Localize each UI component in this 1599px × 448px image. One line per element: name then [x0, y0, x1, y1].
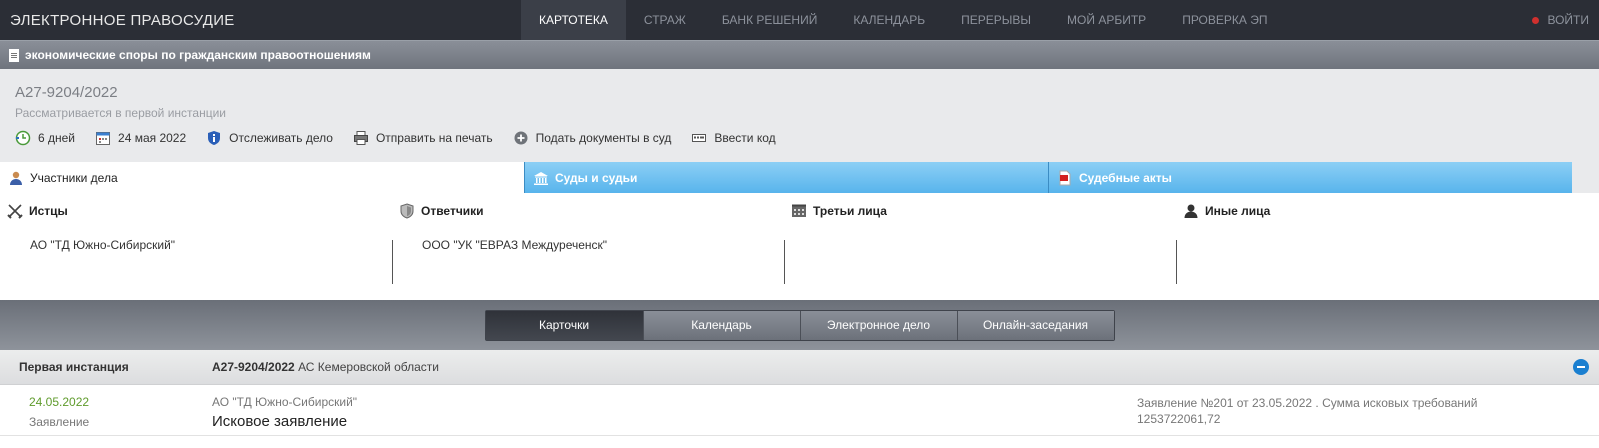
case-tabs: Участники дела Суды и судьи Судебные акт… [0, 162, 1599, 193]
code-label: Ввести код [714, 131, 776, 145]
keyboard-icon [691, 130, 707, 146]
other-parties-header: Иные лица [1183, 203, 1568, 219]
defendants-header: Ответчики [399, 203, 784, 219]
instance-header[interactable]: Первая инстанция А27-9204/2022 АС Кемеро… [0, 350, 1599, 385]
view-tab-electronic-case[interactable]: Электронное дело [799, 310, 957, 340]
entry-type: Заявление [29, 415, 90, 429]
plaintiffs-column: Истцы АО "ТД Южно-Сибирский" [0, 203, 392, 300]
document-icon [9, 48, 19, 62]
third-parties-column: Третьи лица [784, 203, 1176, 300]
instance-court: АС Кемеровской области [294, 360, 439, 374]
instance-case-number: А27-9204/2022 [212, 360, 295, 374]
top-bar: ЭЛЕКТРОННОЕ ПРАВОСУДИЕ КАРТОТЕКА СТРАЖ Б… [0, 0, 1599, 40]
entry-main: АО "ТД Южно-Сибирский" Исковое заявление [212, 385, 1137, 435]
case-header: А27-9204/2022 Рассматривается в первой и… [0, 69, 1599, 162]
nav-item-bank-resheniy[interactable]: БАНК РЕШЕНИЙ [704, 0, 836, 40]
user-silhouette-icon [1183, 203, 1199, 219]
shield-info-icon [206, 130, 222, 146]
third-parties-list [791, 238, 1176, 278]
track-label: Отслеживать дело [229, 131, 333, 145]
calendar-icon [95, 130, 111, 146]
plaintiffs-list[interactable]: АО "ТД Южно-Сибирский" [7, 238, 392, 278]
shield-icon [399, 203, 415, 219]
third-parties-label: Третьи лица [813, 204, 887, 218]
nav-item-proverka-ep[interactable]: ПРОВЕРКА ЭП [1164, 0, 1285, 40]
status-dot-icon [1532, 16, 1540, 24]
entry-description: Заявление №201 от 23.05.2022 . Сумма иск… [1137, 396, 1478, 426]
plaintiffs-header: Истцы [7, 203, 392, 219]
building-icon [791, 203, 807, 219]
view-tab-cards[interactable]: Карточки [485, 310, 643, 340]
defendants-label: Ответчики [421, 204, 484, 218]
other-parties-label: Иные лица [1205, 204, 1271, 218]
next-date: 24 мая 2022 [95, 130, 186, 146]
tab-participants[interactable]: Участники дела [0, 162, 524, 193]
nav-item-kartoteka[interactable]: КАРТОТЕКА [521, 0, 626, 40]
tab-courts[interactable]: Суды и судьи [524, 162, 1048, 193]
date-label: 24 мая 2022 [118, 131, 187, 145]
person-icon [8, 170, 24, 186]
crossed-swords-icon [7, 203, 23, 219]
instance-label: Первая инстанция [19, 360, 129, 374]
case-status: Рассматривается в первой инстанции [15, 106, 226, 120]
print-button[interactable]: Отправить на печать [353, 130, 493, 146]
printer-icon [353, 130, 369, 146]
track-case-button[interactable]: Отслеживать дело [206, 130, 333, 146]
login-label: ВОЙТИ [1547, 13, 1589, 27]
entry-date: 24.05.2022 [29, 395, 90, 409]
parties-panel: Истцы АО "ТД Южно-Сибирский" Ответчики О… [0, 193, 1599, 300]
tab-acts-label: Судебные акты [1079, 170, 1172, 185]
view-tab-calendar[interactable]: Календарь [642, 310, 800, 340]
nav-item-pereryvy[interactable]: ПЕРЕРЫВЫ [943, 0, 1049, 40]
tab-acts[interactable]: Судебные акты [1048, 162, 1572, 193]
category-title: экономические споры по гражданским право… [25, 48, 371, 62]
defendants-list[interactable]: ООО "УК "ЕВРАЗ Междуреченск" [399, 238, 784, 278]
entry-party: АО "ТД Южно-Сибирский" [212, 395, 358, 409]
nav-item-moy-arbitr[interactable]: МОЙ АРБИТР [1049, 0, 1164, 40]
instance-case: А27-9204/2022 АС Кемеровской области [212, 360, 439, 374]
entry-meta: 24.05.2022 Заявление [0, 385, 212, 435]
tab-courts-label: Суды и судьи [555, 170, 638, 185]
days-label: 6 дней [38, 131, 76, 145]
login-link[interactable]: ВОЙТИ [1532, 0, 1589, 40]
plaintiffs-label: Истцы [29, 204, 68, 218]
third-parties-header: Третьи лица [791, 203, 1176, 219]
entry-title[interactable]: Исковое заявление [212, 413, 1137, 430]
tab-participants-label: Участники дела [30, 170, 118, 185]
print-label: Отправить на печать [375, 131, 493, 145]
clock-back-icon [15, 130, 31, 146]
view-tabs: Карточки Календарь Электронное дело Онла… [484, 309, 1115, 341]
submit-documents-button[interactable]: Подать документы в суд [513, 130, 672, 146]
nav-item-strazh[interactable]: СТРАЖ [626, 0, 704, 40]
pdf-icon [1057, 170, 1073, 186]
main-nav: КАРТОТЕКА СТРАЖ БАНК РЕШЕНИЙ КАЛЕНДАРЬ П… [521, 0, 1285, 40]
plus-circle-icon [513, 130, 529, 146]
document-entry: 24.05.2022 Заявление АО "ТД Южно-Сибирск… [0, 385, 1599, 436]
submit-label: Подать документы в суд [535, 131, 672, 145]
other-parties-column: Иные лица [1176, 203, 1568, 300]
enter-code-button[interactable]: Ввести код [691, 130, 776, 146]
days-counter: 6 дней [15, 130, 75, 146]
defendants-column: Ответчики ООО "УК "ЕВРАЗ Междуреченск" [392, 203, 784, 300]
other-parties-list [1183, 238, 1568, 278]
case-actions: 6 дней 24 мая 2022 Отслеживать дело Отпр… [15, 130, 1599, 146]
courthouse-icon [533, 170, 549, 186]
collapse-icon[interactable] [1573, 359, 1589, 375]
nav-item-calendar[interactable]: КАЛЕНДАРЬ [835, 0, 943, 40]
view-tab-online-sessions[interactable]: Онлайн-заседания [956, 310, 1114, 340]
category-bar: экономические споры по гражданским право… [0, 40, 1599, 69]
case-number: А27-9204/2022 [15, 84, 118, 101]
brand-logo[interactable]: ЭЛЕКТРОННОЕ ПРАВОСУДИЕ [0, 12, 521, 29]
view-bar: Карточки Календарь Электронное дело Онла… [0, 300, 1599, 350]
